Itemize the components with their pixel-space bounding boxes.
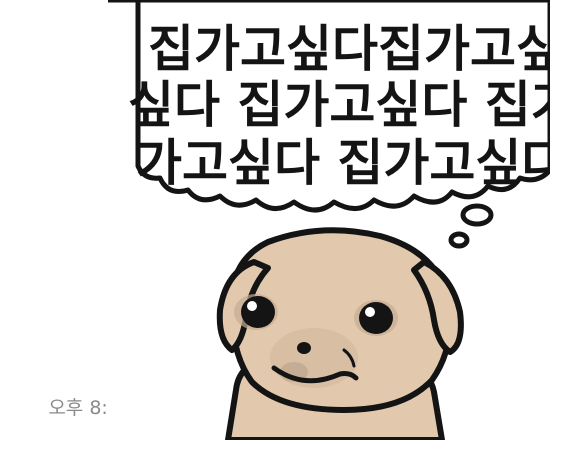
chat-message-row: 8 오후 8:51 집가고싶다집가고싶 싶다 집가고싶다 집가고 가고싶다 집가… <box>0 0 567 461</box>
thought-line-2: 싶다 집가고싶다 집가고 <box>128 76 550 134</box>
nose <box>297 342 311 354</box>
left-eye <box>241 296 275 328</box>
thought-line-3: 가고싶다 집가고싶다 <box>136 134 550 192</box>
puppy-sticker-image: 집가고싶다집가고싶 싶다 집가고싶다 집가고 가고싶다 집가고싶다 <box>108 0 550 440</box>
thought-bubble-large <box>460 203 494 227</box>
thought-bubble-small <box>448 231 470 249</box>
sticker-message[interactable]: 집가고싶다집가고싶 싶다 집가고싶다 집가고 가고싶다 집가고싶다 <box>108 0 550 440</box>
puppy-character <box>216 227 464 440</box>
right-eye <box>359 302 393 334</box>
thought-line-1: 집가고싶다집가고싶 <box>148 20 550 78</box>
